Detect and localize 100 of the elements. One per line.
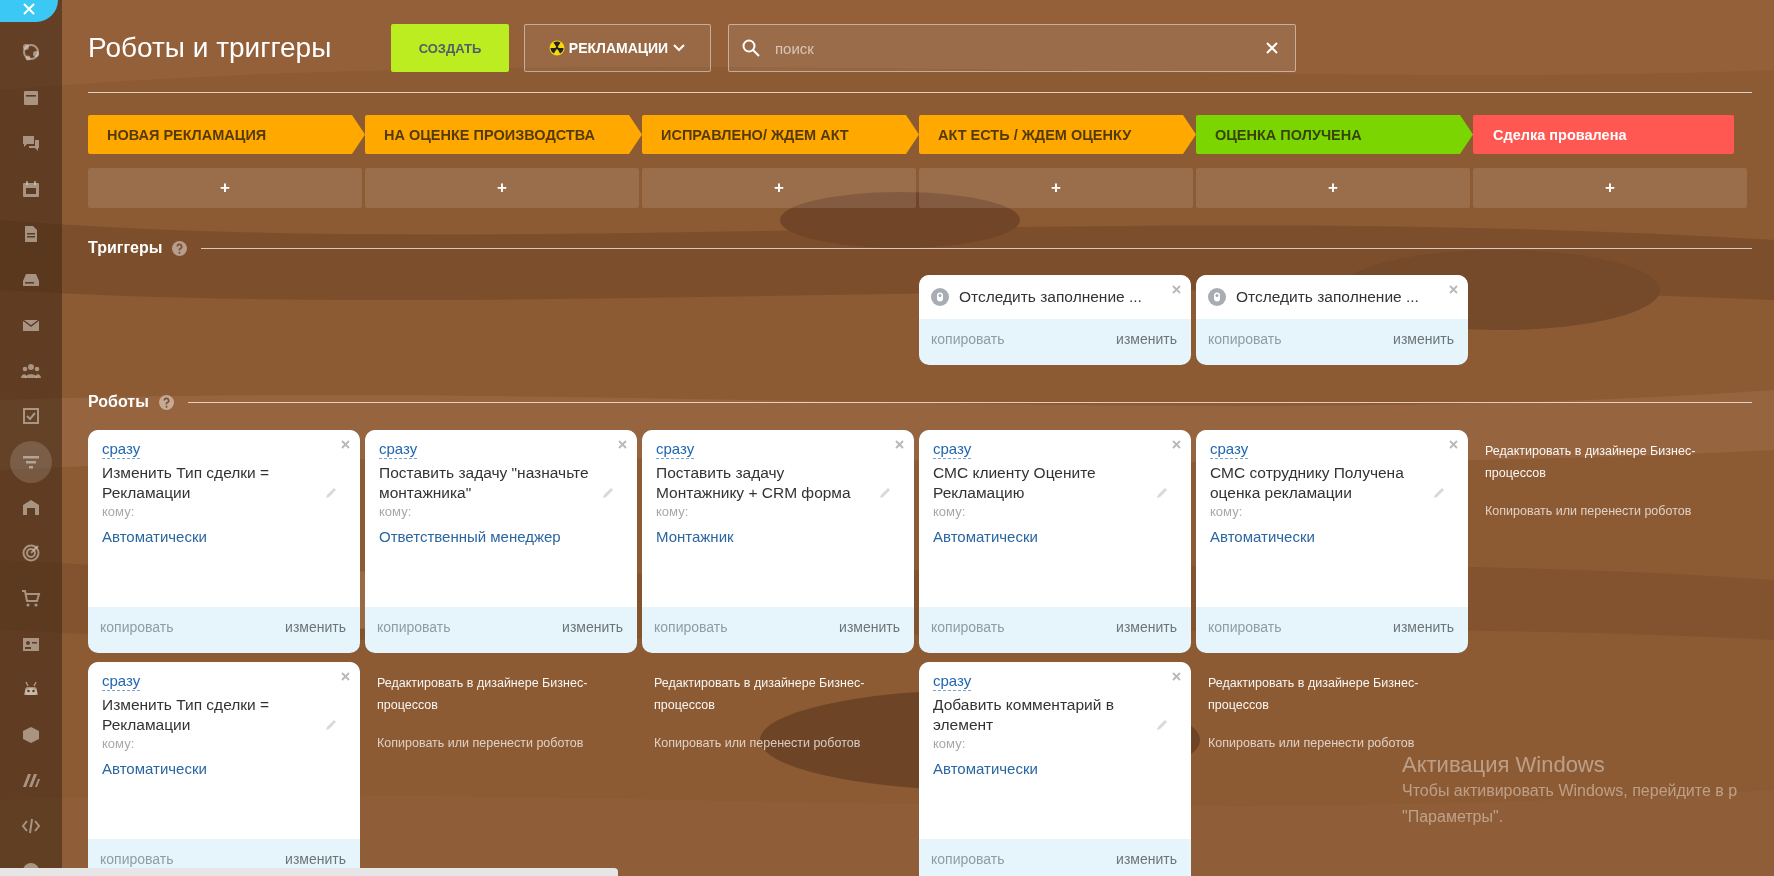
edit-link[interactable]: изменить — [1116, 851, 1177, 867]
section-title: Роботы — [88, 393, 149, 411]
trigger-card[interactable]: Отследить заполнение ... копировать изменить — [1196, 275, 1468, 365]
delay-link[interactable]: сразу — [102, 672, 141, 691]
robot-title: Поставить задачу "назначьте монтажника" — [379, 463, 590, 503]
action-link[interactable]: Редактировать в дизайнере Бизнес-процессов — [377, 672, 592, 716]
copy-link[interactable]: копировать — [1208, 331, 1282, 347]
add-robot-button[interactable]: + — [88, 168, 362, 208]
robot-title: СМС сотруднику Получена оценка рекламации — [1210, 463, 1405, 503]
edit-link[interactable]: изменить — [1116, 331, 1177, 347]
close-icon[interactable] — [1449, 285, 1458, 294]
action-link[interactable]: Копировать или перенести роботов — [1485, 500, 1700, 522]
stage-tab[interactable]: ОЦЕНКА ПОЛУЧЕНА — [1196, 115, 1473, 154]
delay-link[interactable]: сразу — [379, 440, 418, 459]
add-robot-button[interactable]: + — [365, 168, 639, 208]
recipient-label: кому: — [933, 736, 967, 751]
copy-link[interactable]: копировать — [100, 619, 174, 635]
recipient-value: Ответственный менеджер — [379, 528, 562, 545]
stage-tab[interactable]: Сделка провалена — [1473, 115, 1734, 154]
robot-card[interactable]: сразу Добавить комментарий в элемент кому: Автоматически копировать изменить — [919, 662, 1191, 876]
close-icon[interactable] — [895, 440, 904, 449]
recipient-label: кому: — [1210, 504, 1244, 519]
cube-icon — [21, 724, 41, 745]
edit-link[interactable]: изменить — [1116, 619, 1177, 635]
edit-link[interactable]: изменить — [562, 619, 623, 635]
close-icon[interactable] — [341, 440, 350, 449]
robot-title: Добавить комментарий в элемент — [933, 695, 1115, 735]
recipient-label: кому: — [656, 504, 690, 519]
robot-card[interactable]: сразу Поставить задачу "назначьте монтажника" кому: Ответственный менеджер копировать изменить — [365, 430, 637, 653]
trigger-icon — [931, 288, 949, 306]
robot-title: СМС клиенту Оцените Рекламацию — [933, 463, 1097, 503]
action-link[interactable]: Копировать или перенести роботов — [654, 732, 869, 754]
cart-icon — [21, 588, 41, 608]
copy-link[interactable]: копировать — [931, 331, 1005, 347]
close-icon — [22, 2, 36, 16]
copy-link[interactable]: копировать — [100, 851, 174, 867]
recipient-value: Автоматически — [933, 760, 1039, 777]
copy-link[interactable]: копировать — [931, 619, 1005, 635]
close-icon[interactable] — [1172, 440, 1181, 449]
close-icon[interactable] — [341, 672, 350, 681]
edit-link[interactable]: изменить — [285, 619, 346, 635]
robot-title: Изменить Тип сделки = Рекламации — [102, 463, 271, 503]
delay-link[interactable]: сразу — [102, 440, 141, 459]
recipient-label: кому: — [102, 736, 136, 751]
stage-tab[interactable]: ИСПРАВЛЕНО/ ЖДЕМ АКТ — [642, 115, 919, 154]
copy-link[interactable]: копировать — [1208, 619, 1282, 635]
trigger-card[interactable]: Отследить заполнение ... копировать изменить — [919, 275, 1191, 365]
stage-tab[interactable]: НОВАЯ РЕКЛАМАЦИЯ — [88, 115, 365, 154]
create-button[interactable]: СОЗДАТЬ — [391, 24, 509, 72]
edit-link[interactable]: изменить — [839, 619, 900, 635]
robot-card[interactable]: сразу СМС сотруднику Получена оценка рекламации кому: Автоматически копировать изменить — [1196, 430, 1468, 653]
recipient-value: Монтажник — [656, 528, 735, 545]
action-link[interactable]: Редактировать в дизайнере Бизнес-процессов — [1208, 672, 1423, 716]
add-robot-button[interactable]: + — [642, 168, 916, 208]
page-title: Роботы и триггеры — [88, 32, 333, 64]
search-icon — [742, 39, 760, 57]
chart-icon — [21, 42, 41, 62]
action-link[interactable]: Редактировать в дизайнере Бизнес-процессов — [1485, 440, 1700, 484]
close-icon[interactable] — [1449, 440, 1458, 449]
help-icon[interactable] — [172, 240, 188, 256]
delay-link[interactable]: сразу — [933, 440, 972, 459]
stage-tab[interactable]: НА ОЦЕНКЕ ПРОИЗВОДСТВА — [365, 115, 642, 154]
recipient-label: кому: — [933, 504, 967, 519]
delay-link[interactable]: сразу — [933, 672, 972, 691]
add-robot-button[interactable]: + — [1473, 168, 1747, 208]
recipient-value: Автоматически — [102, 760, 208, 777]
trigger-icon — [1208, 288, 1226, 306]
category-dropdown[interactable]: РЕКЛАМАЦИИ — [524, 24, 711, 72]
radiation-icon — [548, 40, 565, 56]
chat-icon — [21, 133, 41, 153]
copy-link[interactable]: копировать — [377, 619, 451, 635]
close-icon[interactable] — [618, 440, 627, 449]
action-link[interactable]: Копировать или перенести роботов — [377, 732, 592, 754]
delay-link[interactable]: сразу — [656, 440, 695, 459]
robot-card[interactable]: сразу Изменить Тип сделки = Рекламации кому: Автоматически копировать изменить — [88, 430, 360, 653]
activation-title: Активация Windows — [1402, 752, 1606, 778]
close-icon[interactable] — [1172, 672, 1181, 681]
close-icon[interactable] — [1172, 285, 1181, 294]
activation-text: Чтобы активировать Windows, перейдите в р — [1402, 781, 1738, 801]
action-link[interactable]: Копировать или перенести роботов — [1208, 732, 1423, 754]
trigger-title: Отследить заполнение ... — [1236, 288, 1419, 306]
robot-card[interactable]: сразу СМС клиенту Оцените Рекламацию кому: Автоматически копировать изменить — [919, 430, 1191, 653]
clear-icon[interactable] — [1266, 42, 1278, 54]
target-icon — [21, 542, 41, 563]
add-robot-button[interactable]: + — [919, 168, 1193, 208]
checkbox-icon — [21, 406, 41, 426]
add-robot-button[interactable]: + — [1196, 168, 1470, 208]
delay-link[interactable]: сразу — [1210, 440, 1249, 459]
recipient-label: кому: — [102, 504, 136, 519]
edit-link[interactable]: изменить — [1393, 619, 1454, 635]
robot-card[interactable]: сразу Поставить задачу Монтажнику + CRM форма кому: Монтажник копировать изменить — [642, 430, 914, 653]
copy-link[interactable]: копировать — [931, 851, 1005, 867]
action-link[interactable]: Редактировать в дизайнере Бизнес-процессов — [654, 672, 869, 716]
edit-link[interactable]: изменить — [1393, 331, 1454, 347]
recipient-value: Автоматически — [933, 528, 1039, 545]
help-icon[interactable] — [158, 394, 174, 410]
sidebar-item[interactable] — [10, 440, 52, 483]
stage-tab[interactable]: АКТ ЕСТЬ / ЖДЕМ ОЦЕНКУ — [919, 115, 1196, 154]
edit-link[interactable]: изменить — [285, 851, 346, 867]
copy-link[interactable]: копировать — [654, 619, 728, 635]
